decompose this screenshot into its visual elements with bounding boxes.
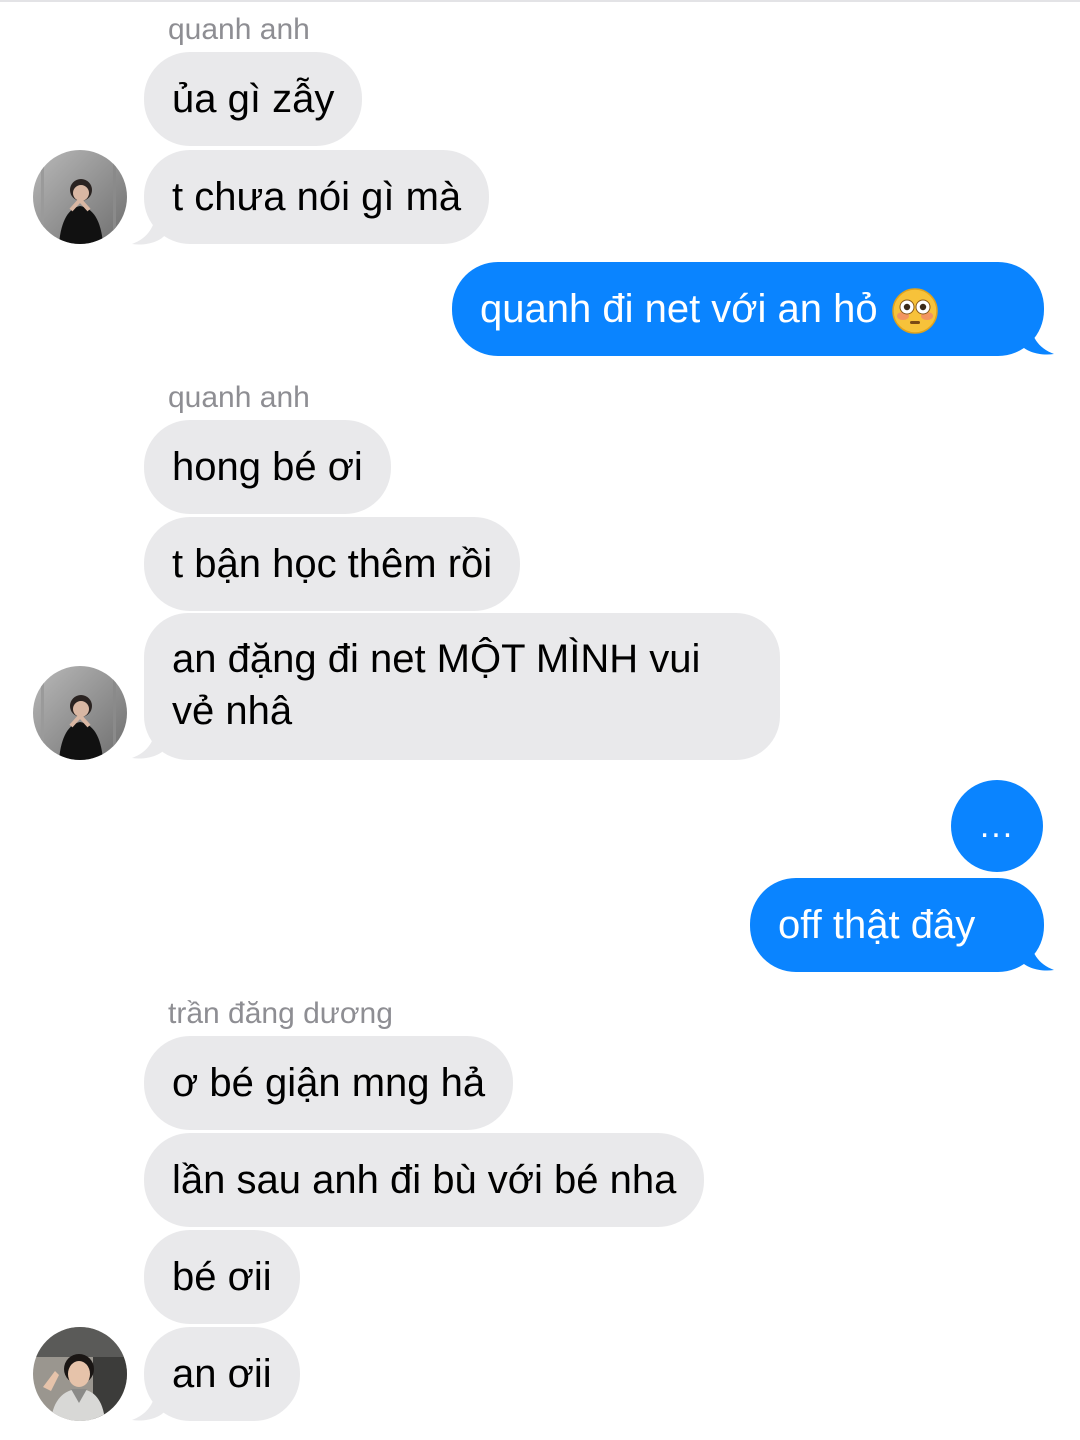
incoming-bubble-tail [132,722,166,759]
top-divider [0,0,1080,2]
sender-name: quanh anh [168,381,310,414]
avatar-image [33,150,127,244]
outgoing-bubble-tail [1020,318,1054,355]
sender-name: quanh anh [168,13,310,46]
avatar-image [33,1327,127,1421]
incoming-message[interactable]: lần sau anh đi bù với bé nha [144,1133,705,1227]
incoming-message[interactable]: hong bé ơi [144,420,391,514]
outgoing-bubble-tail [1020,934,1054,971]
avatar-image [33,666,127,760]
incoming-message[interactable]: t bận học thêm rồi [144,517,521,611]
outgoing-message-text: quanh đi net với an hỏ [480,287,878,331]
incoming-bubble-tail [132,208,166,245]
avatar[interactable] [33,1327,127,1421]
outgoing-message[interactable]: ... [951,780,1043,872]
sender-name: trần đăng dương [168,997,393,1030]
avatar[interactable] [33,666,127,760]
incoming-message[interactable]: an ơii [144,1327,300,1421]
outgoing-message[interactable]: quanh đi net với an hỏ [452,262,1044,356]
incoming-message[interactable]: an đặng đi net MỘT MÌNH vui vẻ nhâ [144,613,780,760]
incoming-bubble-tail [132,1384,166,1421]
incoming-message[interactable]: ủa gì zẫy [144,52,363,146]
avatar[interactable] [33,150,127,244]
outgoing-message[interactable]: off thật đây [750,878,1044,972]
incoming-message[interactable]: ơ bé giận mng hả [144,1036,514,1130]
incoming-message[interactable]: t chưa nói gì mà [144,150,490,244]
incoming-message[interactable]: bé ơii [144,1230,300,1324]
flushed-face-emoji [891,288,938,334]
